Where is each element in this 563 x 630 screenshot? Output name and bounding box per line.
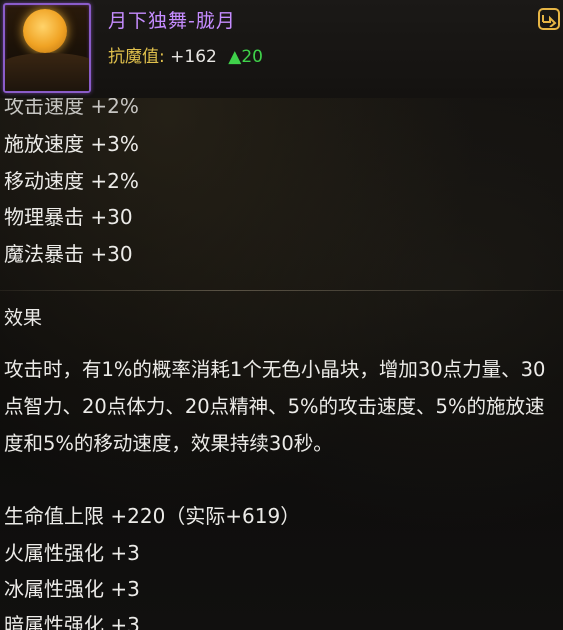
- swap-arrow-icon: [542, 15, 557, 27]
- stat-line: 移动速度 +2%: [4, 169, 139, 193]
- item-icon[interactable]: [3, 3, 91, 93]
- compare-button[interactable]: [538, 8, 560, 30]
- resist-line: 抗魔值: +162 ▲20: [108, 42, 263, 67]
- resist-label: 抗魔值:: [108, 47, 165, 67]
- bonus-stat-line: 生命值上限 +220（实际+619）: [4, 504, 301, 528]
- increase-arrow-icon: ▲: [228, 47, 242, 67]
- resist-value: +162: [170, 47, 217, 67]
- bonus-stat-line: 火属性强化 +3: [4, 541, 140, 565]
- item-tooltip: 月下独舞-胧月 抗魔值: +162 ▲20 攻击速度 +2% 施放速度 +3% …: [0, 0, 563, 630]
- stat-line: 魔法暴击 +30: [4, 242, 133, 266]
- item-name: 月下独舞-胧月: [108, 10, 236, 32]
- bonus-stat-line: 暗属性强化 +3: [4, 613, 140, 630]
- effect-title: 效果: [4, 307, 43, 329]
- stat-line: 施放速度 +3%: [4, 132, 139, 156]
- tooltip-header: 月下独舞-胧月 抗魔值: +162 ▲20: [0, 0, 563, 98]
- section-divider: [0, 290, 563, 291]
- tooltip-body: 攻击速度 +2% 施放速度 +3% 移动速度 +2% 物理暴击 +30 魔法暴击…: [0, 98, 563, 630]
- horizon-shape: [5, 53, 89, 91]
- effect-description: 攻击时，有1%的概率消耗1个无色小晶块，增加30点力量、30点智力、20点体力、…: [4, 358, 546, 455]
- full-moon-icon: [23, 9, 67, 53]
- increase-value: 20: [241, 47, 263, 67]
- stat-line: 物理暴击 +30: [4, 205, 133, 229]
- bonus-stat-line: 冰属性强化 +3: [4, 577, 140, 601]
- stat-line-partial: 攻击速度 +2%: [4, 98, 139, 118]
